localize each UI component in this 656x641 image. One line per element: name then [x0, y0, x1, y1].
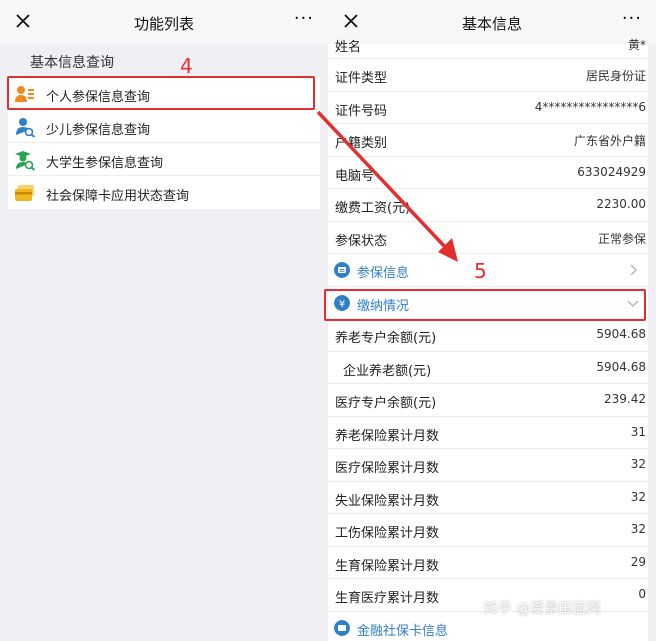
payment-row: 养老保险累计月数 31 [328, 417, 648, 449]
payment-row: 医疗保险累计月数 32 [328, 449, 648, 482]
row-value: 29 [630, 554, 646, 569]
step-5-label: 5 [474, 259, 487, 283]
menu-item-label: 大学生参保信息查询 [46, 156, 164, 171]
row-key: 证件类型 [335, 71, 388, 86]
menu-item-child-insurance[interactable]: 少儿参保信息查询 [8, 110, 320, 143]
row-value: 2230.00 [596, 197, 646, 211]
row-key: 医疗保险累计月数 [335, 461, 440, 476]
watermark: 知乎 @夏景田蓝网 [484, 601, 601, 617]
row-value: 5904.68 [596, 327, 646, 341]
card-list-icon [334, 619, 350, 636]
payment-row: 失业保险累计月数 32 [328, 482, 648, 514]
row-key: 证件号码 [335, 103, 388, 119]
info-row-status: 参保状态 正常参保 [328, 222, 648, 254]
row-key: 养老专户余额(元) [335, 331, 437, 346]
graduate-search-icon [15, 151, 36, 171]
info-row-name: 姓名 黄* [328, 38, 648, 59]
menu-item-student-insurance[interactable]: 大学生参保信息查询 [8, 143, 320, 176]
row-value: 5904.68 [596, 359, 646, 374]
info-row-id-type: 证件类型 居民身份证 [328, 59, 648, 92]
row-value: 32 [630, 522, 646, 536]
row-key: 失业保险累计月数 [335, 493, 440, 509]
child-search-icon [16, 118, 36, 138]
row-value: 31 [630, 424, 646, 439]
info-row-id-number: 证件号码 4****************6 [328, 92, 648, 124]
info-row-wage: 缴费工资(元) 2230.00 [328, 189, 648, 222]
chevron-right-icon [630, 264, 637, 276]
row-value: 633024929 [577, 164, 646, 179]
row-key: 户籍类别 [335, 136, 388, 151]
payment-row: 企业养老额(元) 5904.68 [328, 352, 648, 384]
payment-row: 工伤保险累计月数 32 [328, 514, 648, 547]
row-key: 医疗专户余额(元) [335, 396, 437, 411]
section-title: 基本信息查询 [30, 55, 114, 71]
page-title: 功能列表 [133, 15, 194, 33]
left-screen: 功能列表 ··· 基本信息查询 个人参保信息查询 少儿参保信息查询 大学生参保信… [0, 0, 328, 641]
payment-row: 生育保险累计月数 29 [328, 547, 648, 579]
row-value: 正常参保 [597, 231, 646, 246]
row-value: 广东省外户籍 [573, 134, 646, 148]
payment-row: 医疗专户余额(元) 239.42 [328, 384, 648, 417]
left-nav-bar: 功能列表 ··· [0, 0, 328, 44]
info-list: 姓名 黄* 证件类型 居民身份证 证件号码 4****************6… [328, 38, 648, 641]
row-value: 黄* [627, 38, 646, 52]
row-value: 0 [638, 587, 646, 601]
menu-item-card-status[interactable]: 社会保障卡应用状态查询 [8, 176, 320, 209]
row-key: 姓名 [335, 40, 362, 55]
right-nav-bar: 基本信息 ··· [328, 0, 656, 44]
more-icon[interactable]: ··· [622, 10, 642, 28]
row-key: 缴费工资(元) [335, 201, 411, 216]
payment-row: 养老专户余额(元) 5904.68 [328, 319, 648, 352]
row-value: 32 [630, 489, 646, 504]
row-key: 工伤保险累计月数 [335, 526, 440, 541]
info-row-computer-number: 电脑号 633024929 [328, 157, 648, 189]
highlight-box-step4 [7, 76, 315, 110]
step-4-label: 4 [180, 54, 193, 78]
menu-item-label: 少儿参保信息查询 [46, 123, 151, 138]
row-key: 参保状态 [335, 233, 388, 249]
menu-item-label: 社会保障卡应用状态查询 [46, 189, 190, 204]
section-label: 参保信息 [357, 266, 410, 281]
section-label: 金融社保卡信息 [357, 623, 449, 639]
row-value: 居民身份证 [585, 69, 646, 83]
card-list-icon [334, 262, 350, 278]
page-title: 基本信息 [461, 15, 522, 33]
row-key: 企业养老额(元) [343, 363, 432, 379]
card-icon [15, 185, 34, 201]
row-key: 电脑号 [335, 168, 375, 184]
row-value: 4****************6 [534, 99, 646, 114]
row-key: 生育保险累计月数 [335, 558, 440, 574]
more-icon[interactable]: ··· [294, 10, 314, 28]
highlight-box-step5 [324, 289, 646, 321]
row-value: 239.42 [604, 392, 646, 406]
row-key: 养老保险累计月数 [335, 428, 440, 444]
row-value: 32 [630, 457, 646, 471]
info-row-household: 户籍类别 广东省外户籍 [328, 124, 648, 157]
row-key: 生育医疗累计月数 [335, 591, 440, 606]
section-insurance-info[interactable]: 参保信息 [328, 254, 648, 287]
